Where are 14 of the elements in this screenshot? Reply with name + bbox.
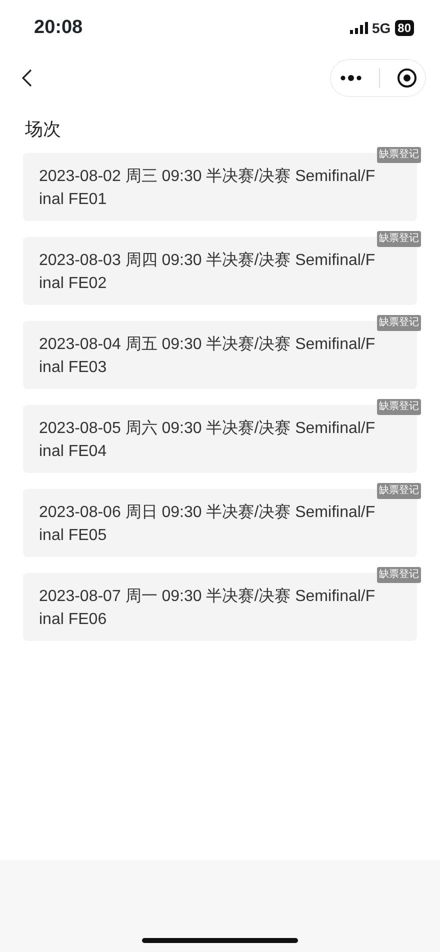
network-label: 5G — [372, 18, 391, 38]
status-tag: 缺票登记 — [377, 567, 421, 583]
signal-icon — [350, 22, 368, 34]
back-icon[interactable] — [22, 69, 32, 87]
status-tag: 缺票登记 — [377, 483, 421, 499]
status-tag: 缺票登记 — [377, 231, 421, 247]
close-icon[interactable] — [396, 68, 416, 88]
status-tag: 缺票登记 — [377, 399, 421, 415]
status-time: 20:08 — [34, 16, 83, 40]
battery-level: 80 — [394, 20, 414, 36]
status-tag: 缺票登记 — [377, 315, 421, 331]
section-title: 场次 — [24, 118, 62, 141]
status-tag: 缺票登记 — [377, 147, 421, 163]
more-icon[interactable] — [340, 74, 362, 82]
